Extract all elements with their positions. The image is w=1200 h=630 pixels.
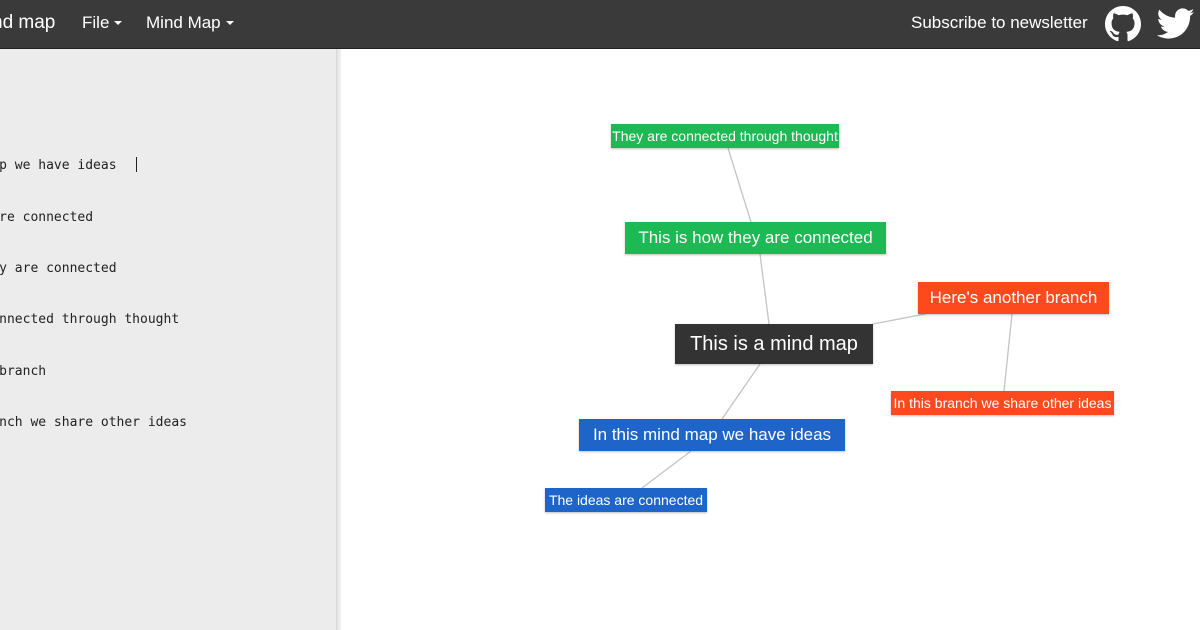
edge (727, 147, 752, 223)
edge (641, 450, 692, 489)
mind-map-node[interactable]: The ideas are connected (545, 488, 707, 512)
mind-map-edges (641, 147, 1013, 489)
edge (1003, 313, 1013, 392)
edge (721, 363, 761, 420)
mind-map-node[interactable]: In this mind map we have ideas (579, 419, 845, 451)
mind-map-node[interactable]: In this branch we share other ideas (891, 391, 1114, 415)
mind-map-node[interactable]: This is how they are connected (625, 222, 886, 254)
edge (872, 313, 926, 325)
mind-map-node[interactable]: Here's another branch (918, 282, 1109, 314)
edge (759, 253, 770, 325)
mind-map-root-node[interactable]: This is a mind map (675, 324, 873, 364)
mind-map-node[interactable]: They are connected through thought (611, 124, 839, 148)
